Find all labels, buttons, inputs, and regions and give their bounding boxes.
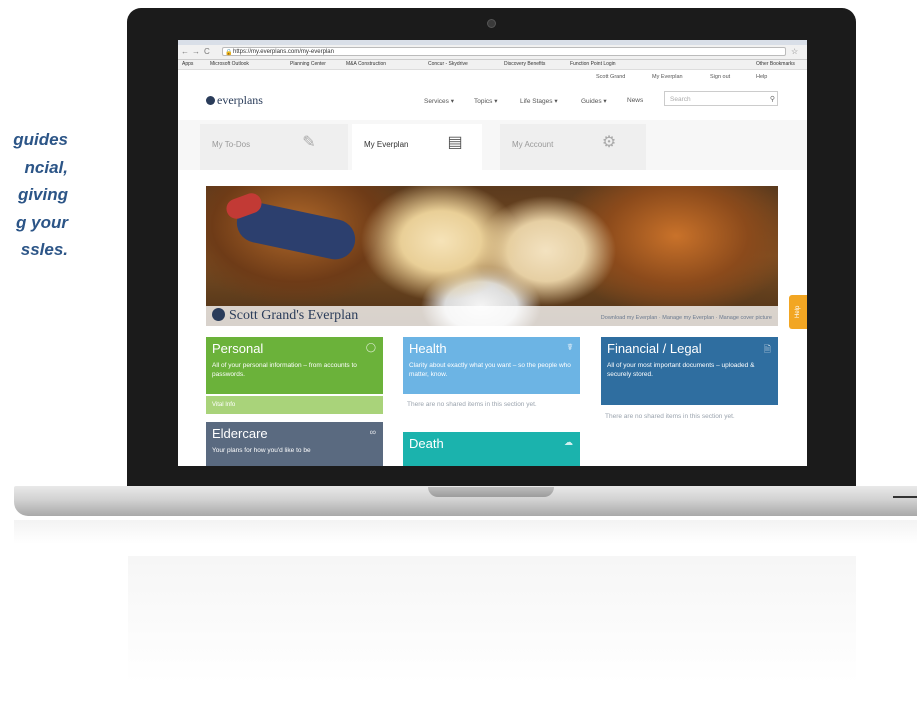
everplans-logo[interactable]: everplans (206, 93, 263, 108)
document-icon: 🗎 (763, 344, 771, 354)
laptop-reflection (128, 556, 856, 716)
bookmark-item[interactable]: Planning Center (290, 61, 326, 67)
nav-life-stages[interactable]: Life Stages ▾ (520, 97, 558, 105)
bookmark-item[interactable]: Function Point Login (570, 61, 616, 67)
bookmark-item[interactable]: Concur - Skydrive (428, 61, 468, 67)
nav-services[interactable]: Services ▾ (424, 97, 454, 105)
laptop-opening-notch (428, 487, 554, 497)
side-text-line: ssles. (20, 240, 68, 259)
card-health[interactable]: Health ☤ Clarity about exactly what you … (403, 337, 580, 394)
card-title: Death (409, 436, 444, 451)
everplan-title: Scott Grand's Everplan (212, 308, 358, 324)
bookmark-item[interactable]: Discovery Benefits (504, 61, 545, 67)
help-link[interactable]: Help (756, 74, 767, 80)
search-input[interactable]: Search ⚲ (664, 91, 778, 106)
webcam-icon (487, 19, 496, 28)
card-eldercare[interactable]: Eldercare ∞ Your plans for how you'd lik… (206, 422, 383, 466)
bookmark-item[interactable]: M&A Construction (346, 61, 386, 67)
search-placeholder: Search (670, 96, 691, 103)
caduceus-icon: ☤ (566, 342, 573, 352)
empty-note: There are no shared items in this sectio… (407, 401, 537, 408)
card-description: Clarity about exactly what you want – so… (409, 362, 571, 378)
card-description: Your plans for how you'd like to be (212, 447, 311, 454)
tab-my-to-dos[interactable]: My To-Dos ✎ (200, 124, 348, 170)
card-title: Health (409, 341, 447, 356)
reload-icon[interactable]: C (204, 47, 210, 56)
card-title: Financial / Legal (607, 341, 702, 356)
side-text-line: g your (16, 212, 68, 232)
tab-my-everplan[interactable]: My Everplan ▤ (352, 124, 482, 170)
forward-icon[interactable]: → (192, 47, 200, 56)
my-everplan-link[interactable]: My Everplan (652, 74, 683, 80)
tab-label: My Everplan (364, 140, 409, 149)
laptop-edge-line (893, 496, 917, 498)
browser-address-bar: ← → C 🔒 https://my.everplans.com/my-ever… (178, 45, 807, 60)
sign-out-link[interactable]: Sign out (710, 74, 730, 80)
edit-icon: ✎ (302, 134, 316, 151)
vital-info-link[interactable]: Vital Info (206, 396, 383, 414)
logo-mark-icon (206, 96, 215, 105)
side-text-line: ncial, (24, 157, 68, 177)
cover-picture: Scott Grand's Everplan Download my Everp… (206, 186, 778, 326)
bookmark-item[interactable]: Microsoft Outlook (210, 61, 249, 67)
laptop-screen: ← → C 🔒 https://my.everplans.com/my-ever… (178, 40, 807, 466)
bookmarks-bar: Apps Microsoft Outlook Planning Center M… (178, 60, 807, 70)
tab-label: My Account (512, 140, 554, 149)
tab-label: My To-Dos (212, 140, 251, 149)
bookmark-item[interactable]: Apps (182, 61, 193, 67)
everplans-mark-icon (212, 308, 225, 321)
card-financial-legal[interactable]: Financial / Legal 🗎 All of your most imp… (601, 337, 778, 405)
fingerprint-icon: ◯ (365, 342, 376, 352)
empty-note: There are no shared items in this sectio… (605, 413, 735, 420)
card-personal[interactable]: Personal ◯ All of your personal informat… (206, 337, 383, 394)
everplan-title-text: Scott Grand's Everplan (229, 308, 359, 323)
user-name-link[interactable]: Scott Grand (596, 74, 625, 80)
card-title: Eldercare (212, 426, 268, 441)
gear-icon: ⚙ (601, 134, 617, 151)
search-icon[interactable]: ⚲ (770, 92, 775, 107)
card-death[interactable]: Death ☁ (403, 432, 580, 466)
bookmark-item[interactable]: Other Bookmarks (756, 61, 795, 67)
nav-news[interactable]: News (627, 97, 643, 104)
laptop-base-reflection (14, 520, 917, 544)
card-description: All of your most important documents – u… (607, 362, 755, 378)
lock-icon: 🔒 (225, 50, 233, 56)
side-text-line: giving (17, 185, 68, 204)
back-icon[interactable]: ← (181, 47, 189, 56)
side-text-line: guides (13, 130, 68, 149)
star-icon[interactable]: ☆ (791, 47, 798, 56)
url-text: https://my.everplans.com/my-everplan (233, 49, 334, 55)
logo-text: everplans (217, 93, 263, 107)
url-field[interactable]: 🔒 https://my.everplans.com/my-everplan (222, 47, 786, 56)
nav-guides[interactable]: Guides ▾ (581, 97, 607, 105)
card-description: All of your personal information – from … (212, 362, 357, 378)
glasses-icon: ∞ (369, 427, 376, 437)
nav-topics[interactable]: Topics ▾ (474, 97, 498, 105)
help-tab[interactable]: Help (789, 295, 807, 329)
cover-actions[interactable]: Download my Everplan · Manage my Everpla… (601, 315, 772, 321)
archive-box-icon: ▤ (447, 134, 463, 151)
tab-my-account[interactable]: My Account ⚙ (500, 124, 646, 170)
cloud-icon: ☁ (564, 437, 573, 447)
card-title: Personal (212, 341, 264, 356)
